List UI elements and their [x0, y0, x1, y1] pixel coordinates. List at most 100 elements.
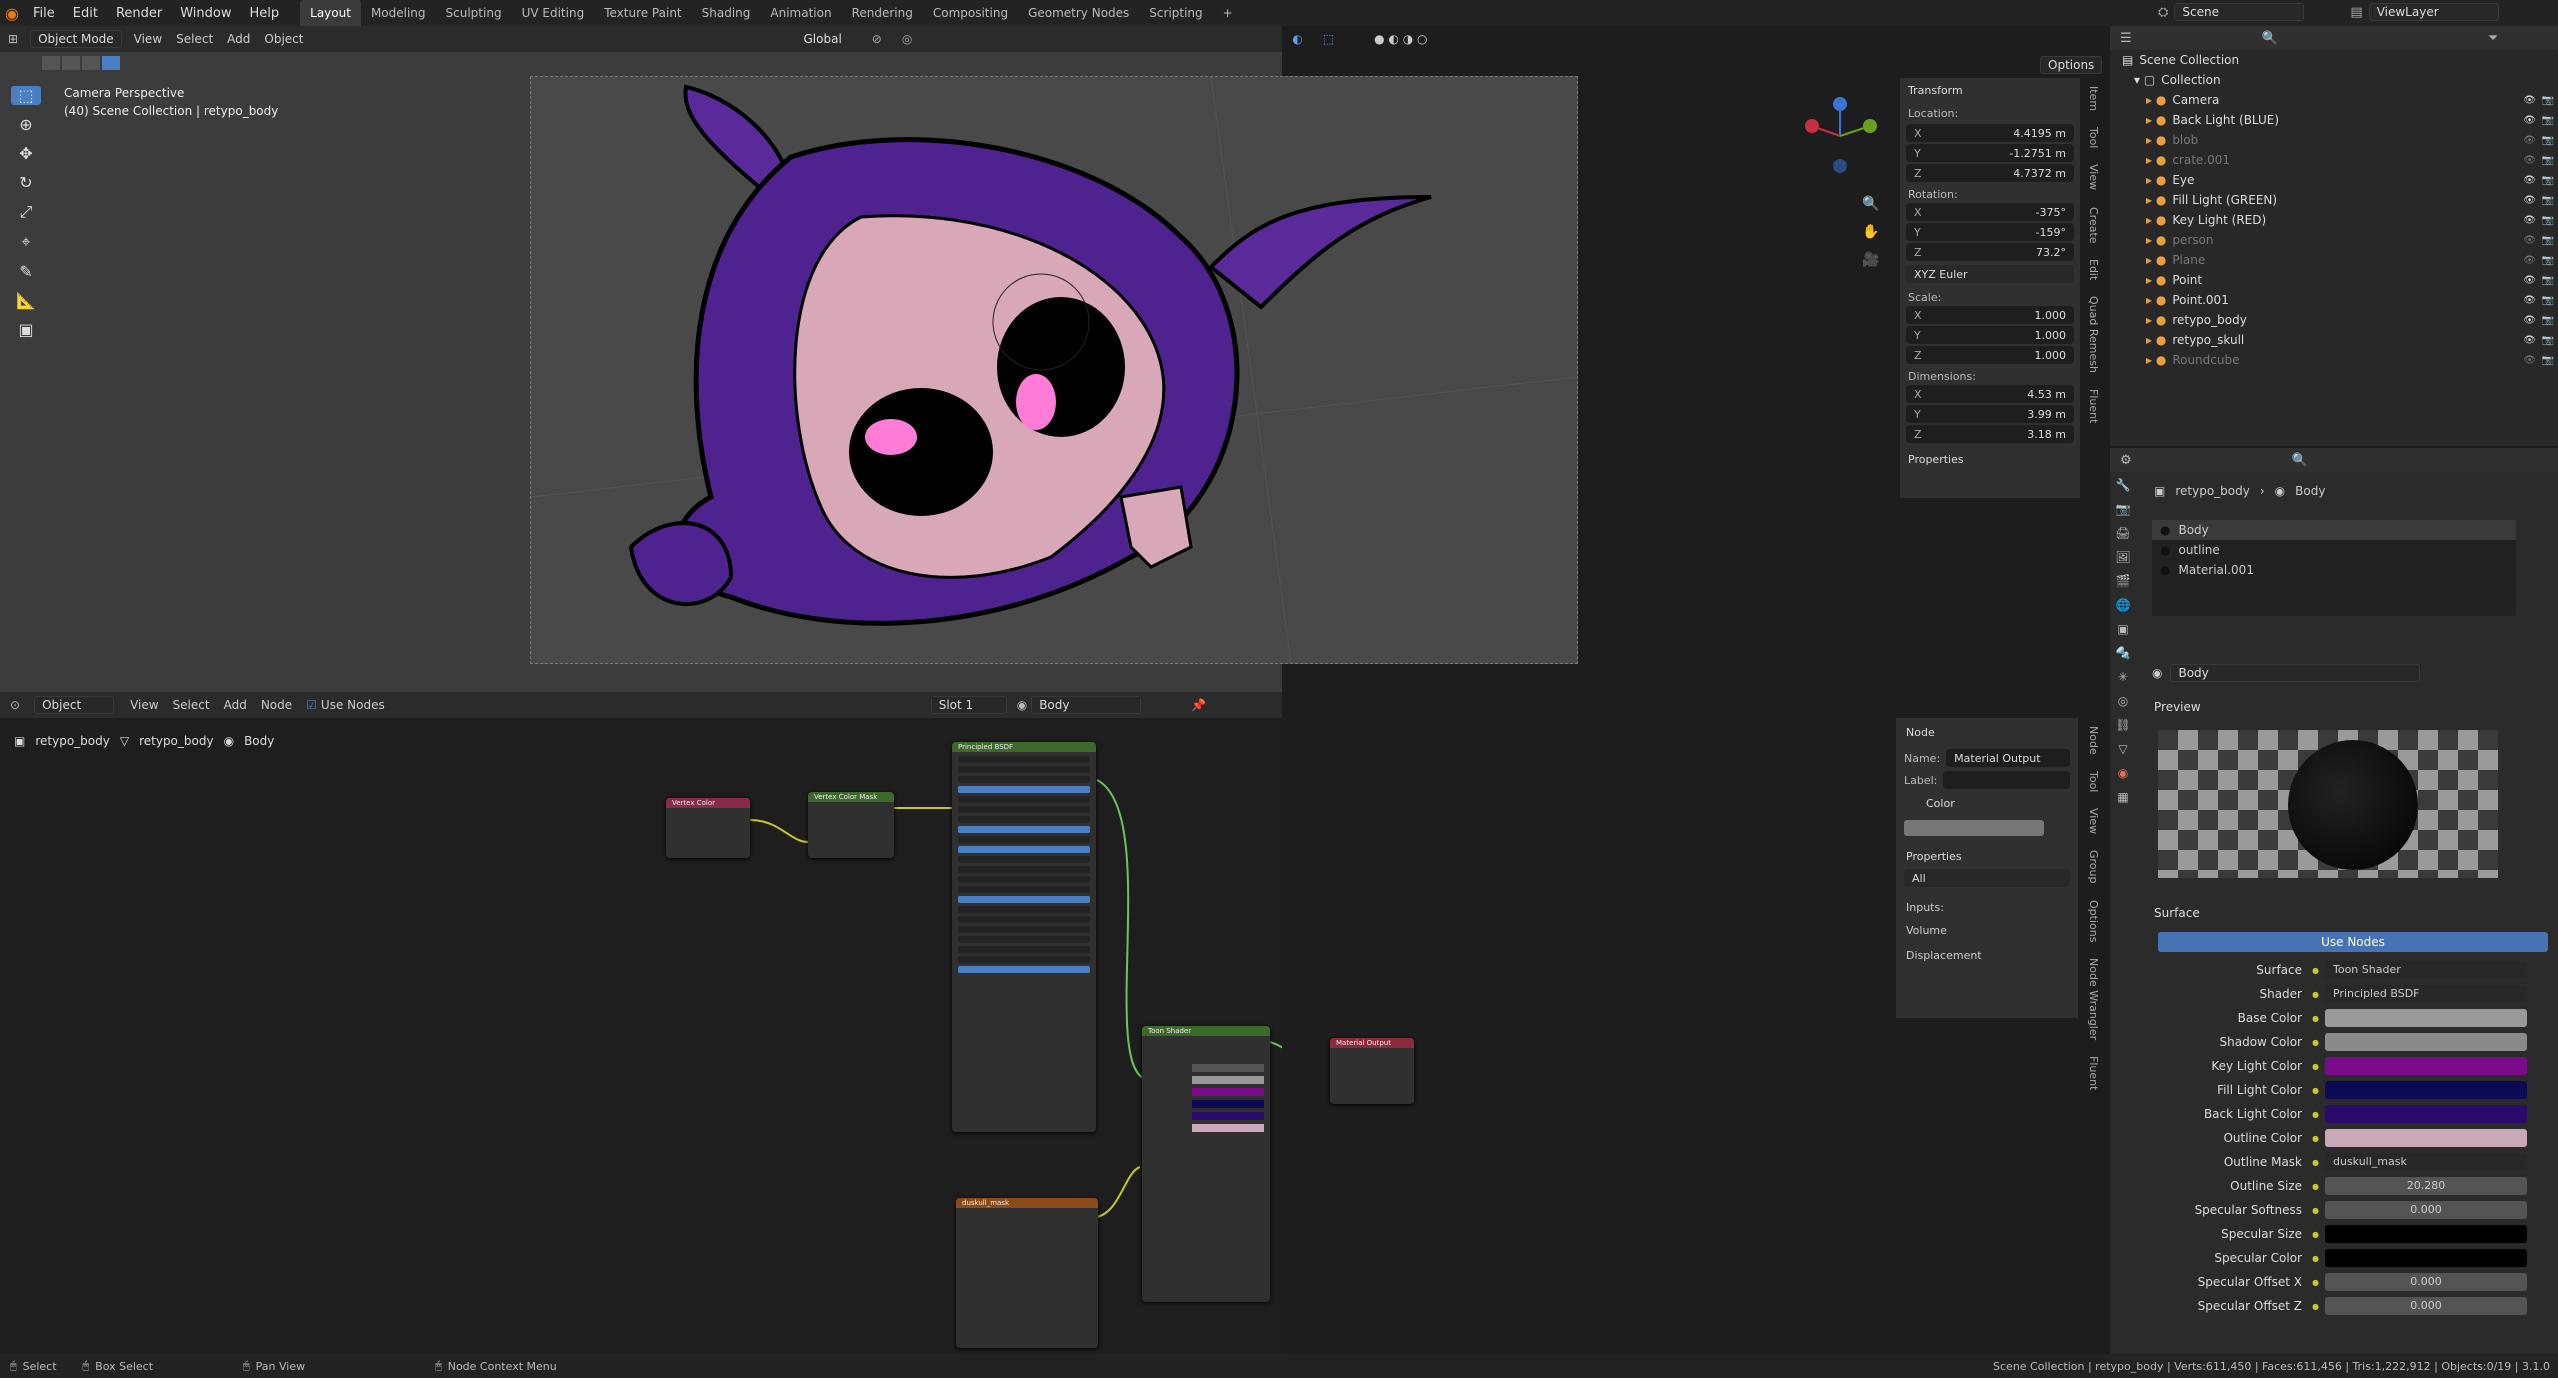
object-tab-icon[interactable]: ▣ [2117, 622, 2128, 636]
tab-modeling[interactable]: Modeling [361, 0, 436, 26]
outliner-item[interactable]: ▸ ● Camera 👁 📷 [2110, 90, 2558, 110]
zoom-icon[interactable]: 🔍 [1862, 196, 1879, 212]
tab-geometry-nodes[interactable]: Geometry Nodes [1018, 0, 1139, 26]
toon-shader-node[interactable]: Toon Shader [1142, 1026, 1270, 1302]
rotation-x-field[interactable]: X -375° [1906, 203, 2074, 221]
visibility-eye-icon[interactable]: 👁 [2523, 295, 2536, 306]
surface-field-value[interactable]: Principled BSDF [2324, 985, 2527, 1003]
tab-layout[interactable]: Layout [300, 0, 361, 26]
node-properties-header[interactable]: Properties [1896, 840, 2078, 869]
outliner-item[interactable]: ▸ ● Eye 👁 📷 [2110, 170, 2558, 190]
visibility-eye-icon[interactable]: 👁 [2523, 275, 2536, 286]
render-camera-icon[interactable]: 📷 [2542, 155, 2554, 166]
render-camera-icon[interactable]: 📷 [2542, 295, 2554, 306]
texture-tab-icon[interactable]: ▦ [2117, 790, 2128, 804]
outliner-collection[interactable]: ▾ ▢ Collection [2110, 70, 2558, 90]
tab-shading[interactable]: Shading [692, 0, 761, 26]
render-camera-icon[interactable]: 📷 [2542, 255, 2554, 266]
visibility-eye-icon[interactable]: 👁 [2523, 115, 2536, 126]
viewlayer-selector[interactable]: ViewLayer [2368, 3, 2499, 21]
material-browse-icon[interactable]: ◉ [2152, 666, 2162, 680]
node-tab-options[interactable]: Options [2082, 894, 2100, 948]
tab-animation[interactable]: Animation [760, 0, 841, 26]
node-name-field[interactable]: Material Output [1946, 749, 2070, 767]
scene-tab-icon[interactable]: 🎬 [2116, 574, 2131, 588]
visibility-eye-icon[interactable]: 👁 [2523, 215, 2536, 226]
visibility-eye-icon[interactable]: 👁 [2523, 315, 2536, 326]
move-tool-icon[interactable]: ✥ [19, 144, 32, 163]
tab-compositing[interactable]: Compositing [923, 0, 1018, 26]
node-tab-node[interactable]: Node [2082, 720, 2100, 761]
surface-field-value[interactable] [2324, 1033, 2527, 1051]
overlay-icon[interactable]: ◐ [1292, 32, 1302, 46]
mode-dropdown[interactable]: Object Mode [30, 30, 122, 48]
location-x-field[interactable]: X 4.4195 m [1906, 124, 2074, 142]
scale-tool-icon[interactable]: ⤢ [20, 202, 33, 222]
render-camera-icon[interactable]: 📷 [2542, 355, 2554, 366]
npanel-tab-view[interactable]: View [2082, 158, 2100, 196]
add-menu[interactable]: Add [227, 32, 250, 46]
pan-hand-icon[interactable]: ✋ [1862, 224, 1879, 240]
surface-field-value[interactable]: 0.000 [2324, 1297, 2527, 1315]
surface-field-value[interactable] [2324, 1129, 2527, 1147]
surface-field-value[interactable] [2324, 1009, 2527, 1027]
particles-tab-icon[interactable]: ✳ [2118, 670, 2128, 684]
node-tab-view[interactable]: View [2082, 802, 2100, 840]
select-mode-icons[interactable] [42, 56, 120, 70]
output-tab-icon[interactable]: 🖨 [2115, 526, 2130, 540]
render-camera-icon[interactable]: 📷 [2542, 215, 2554, 226]
transform-header[interactable]: Transform [1900, 78, 2080, 103]
rotation-y-field[interactable]: Y -159° [1906, 223, 2074, 241]
editor-type-icon[interactable]: ⊞ [8, 32, 18, 46]
surface-field-value[interactable]: 20.280 [2324, 1177, 2527, 1195]
npanel-tab-edit[interactable]: Edit [2082, 253, 2100, 286]
scale-z-field[interactable]: Z 1.000 [1906, 346, 2074, 364]
visibility-eye-icon[interactable]: 👁 [2523, 235, 2536, 246]
visibility-eye-icon[interactable]: 👁 [2523, 135, 2536, 146]
viewlayer-tab-icon[interactable]: 🖼 [2115, 550, 2130, 564]
material-slot-list[interactable]: ● Body ● outline ● Material.001 [2152, 520, 2516, 616]
tab-scripting[interactable]: Scripting [1139, 0, 1212, 26]
scale-x-field[interactable]: X 1.000 [1906, 306, 2074, 324]
location-z-field[interactable]: Z 4.7372 m [1906, 164, 2074, 182]
node-tab-group[interactable]: Group [2082, 844, 2100, 890]
outliner-scene-collection[interactable]: ▤ Scene Collection [2110, 50, 2558, 70]
menu-render[interactable]: Render [107, 6, 171, 21]
outliner-item[interactable]: ▸ ● crate.001 👁 📷 [2110, 150, 2558, 170]
cursor-tool-icon[interactable]: ⊕ [19, 115, 32, 134]
surface-field-value[interactable] [2324, 1249, 2527, 1267]
dimension-x-field[interactable]: X 4.53 m [1906, 385, 2074, 403]
npanel-tab-create[interactable]: Create [2082, 201, 2100, 250]
render-camera-icon[interactable]: 📷 [2542, 115, 2554, 126]
node-tab-node-wrangler[interactable]: Node Wrangler [2082, 952, 2100, 1046]
use-nodes-button[interactable]: Use Nodes [2158, 932, 2548, 952]
outliner-item[interactable]: ▸ ● retypo_skull 👁 📷 [2110, 330, 2558, 350]
scene-selector[interactable]: Scene [2174, 3, 2305, 21]
menu-edit[interactable]: Edit [64, 6, 107, 21]
physics-tab-icon[interactable]: ◎ [2118, 694, 2128, 708]
outliner-item[interactable]: ▸ ● blob 👁 📷 [2110, 130, 2558, 150]
npanel-tab-tool[interactable]: Tool [2082, 121, 2100, 154]
render-camera-icon[interactable]: 📷 [2542, 135, 2554, 146]
add-workspace-button[interactable]: + [1213, 0, 1243, 26]
render-tab-icon[interactable]: 📷 [2116, 502, 2131, 516]
material-slot-item[interactable]: ● Material.001 [2152, 560, 2516, 580]
render-camera-icon[interactable]: 📷 [2542, 195, 2554, 206]
tab-sculpting[interactable]: Sculpting [436, 0, 512, 26]
outliner-item[interactable]: ▸ ● Point 👁 📷 [2110, 270, 2558, 290]
outliner-item[interactable]: ▸ ● Key Light (RED) 👁 📷 [2110, 210, 2558, 230]
select-menu[interactable]: Select [176, 32, 213, 46]
object-menu[interactable]: Object [264, 32, 303, 46]
node-properties-filter[interactable]: All [1904, 869, 2070, 887]
view-menu[interactable]: View [134, 32, 162, 46]
duskull-mask-node[interactable]: duskull_mask [956, 1198, 1098, 1348]
tab-uv-editing[interactable]: UV Editing [512, 0, 595, 26]
snap-icon[interactable]: ⊘ [872, 32, 882, 46]
proportional-icon[interactable]: ◎ [902, 32, 912, 46]
surface-field-value[interactable] [2324, 1105, 2527, 1123]
location-y-field[interactable]: Y -1.2751 m [1906, 144, 2074, 162]
render-camera-icon[interactable]: 📷 [2542, 275, 2554, 286]
navigation-gizmo[interactable] [1800, 96, 1880, 176]
dimension-y-field[interactable]: Y 3.99 m [1906, 405, 2074, 423]
outliner-item[interactable]: ▸ ● Fill Light (GREEN) 👁 📷 [2110, 190, 2558, 210]
